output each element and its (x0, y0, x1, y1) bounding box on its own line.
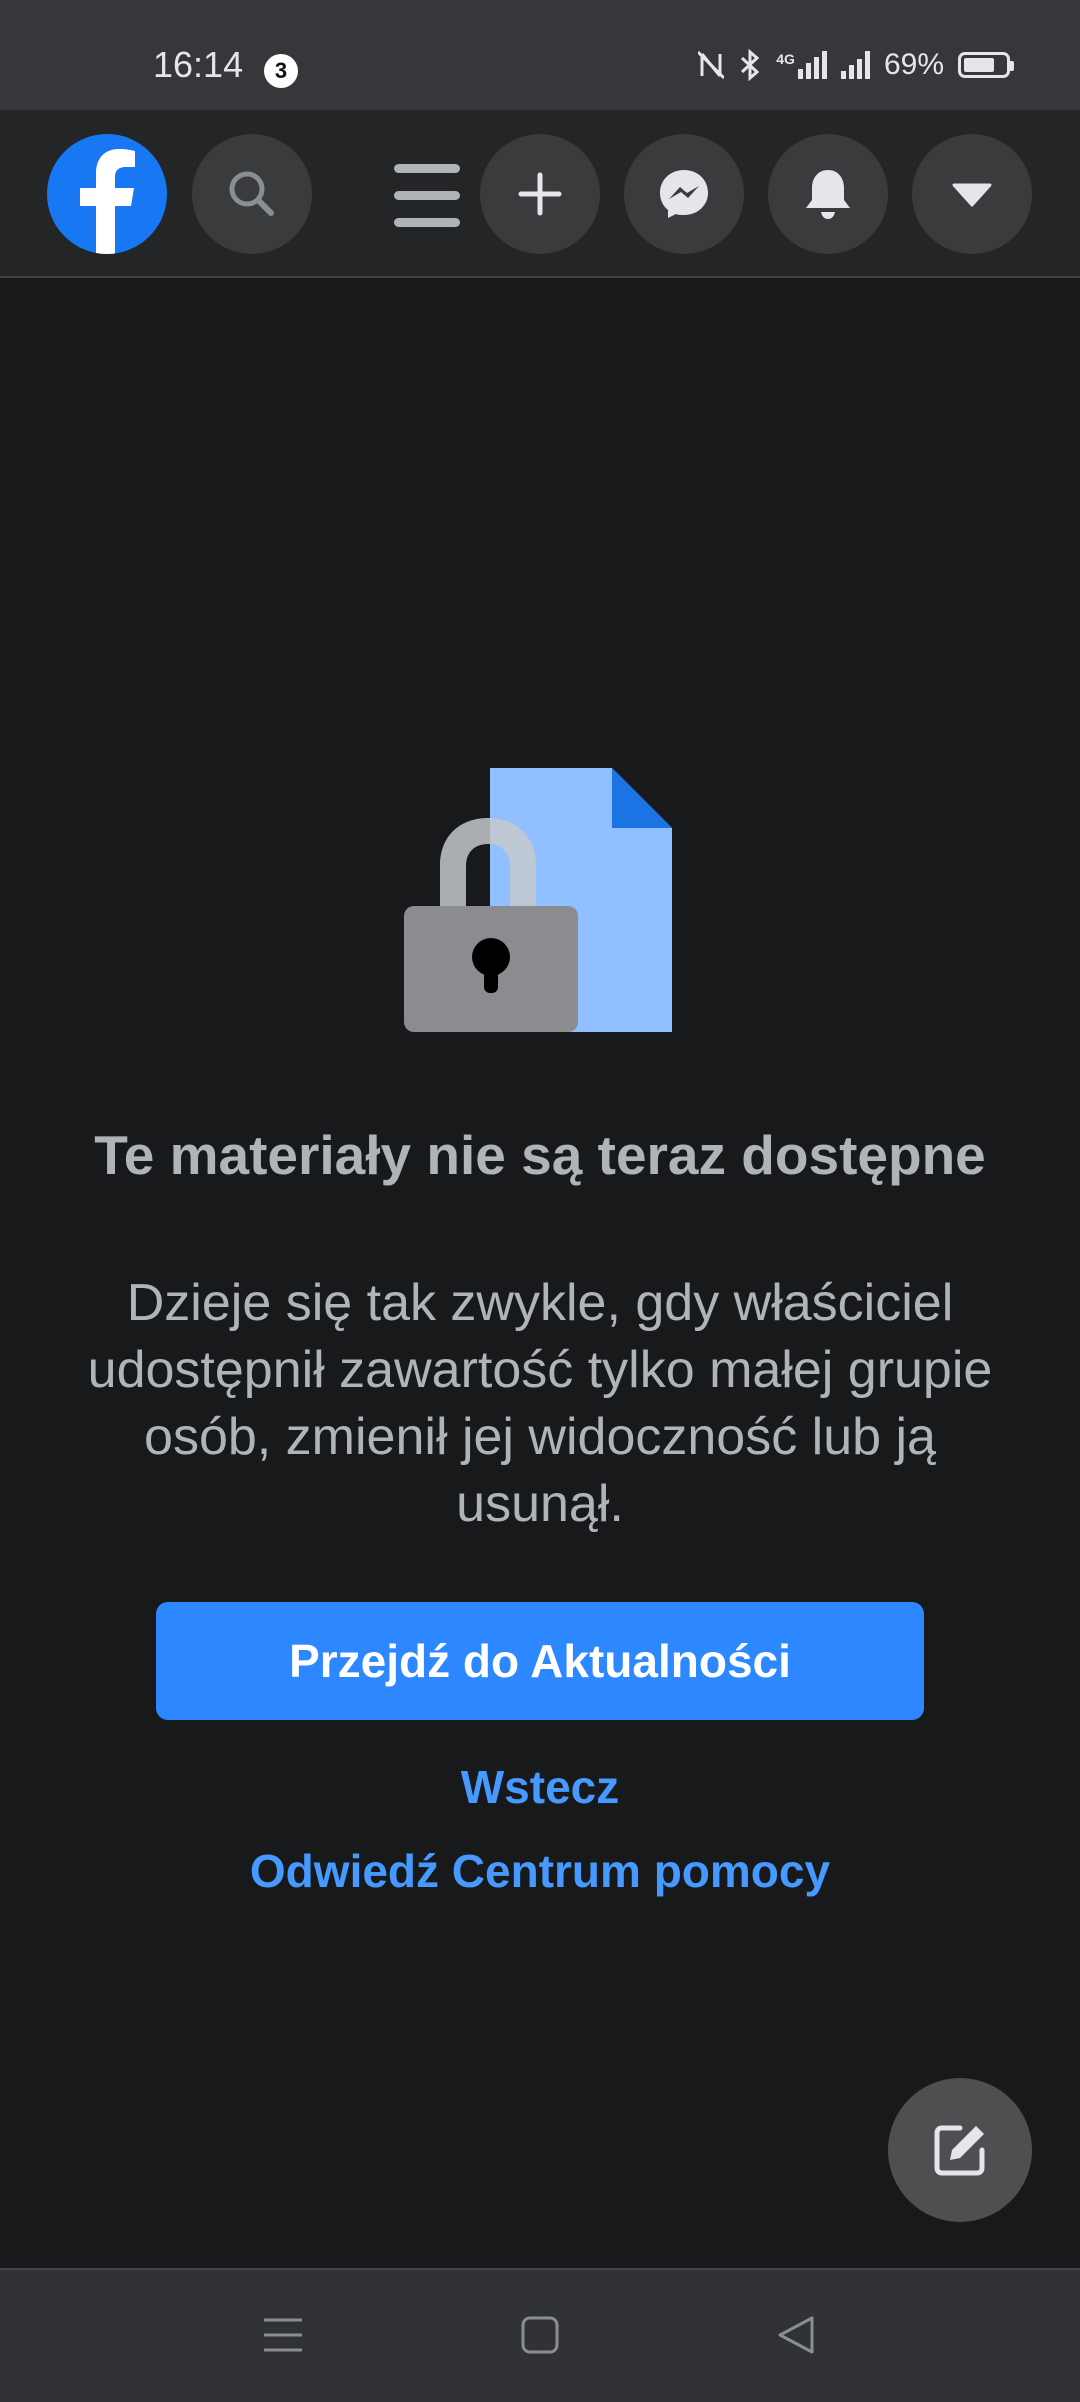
page-description: Dzieje się tak zwykle, gdy właściciel ud… (87, 1274, 993, 1533)
search-button[interactable] (192, 134, 312, 254)
locked-content-illustration (404, 768, 672, 1032)
status-time: 16:14 (153, 44, 244, 85)
help-center-link[interactable]: Odwiedź Centrum pomocy (0, 1844, 1080, 1898)
network-type: 4G (776, 51, 795, 67)
plus-icon (518, 172, 562, 216)
signal-4g-icon: 4G (776, 51, 827, 79)
status-icons: 4G 69% (698, 48, 1014, 82)
notification-count-badge: 3 (264, 54, 298, 88)
facebook-logo[interactable] (47, 134, 167, 254)
account-menu-button[interactable] (912, 134, 1032, 254)
go-to-news-feed-button[interactable]: Przejdź do Aktualności (156, 1602, 924, 1720)
compose-button[interactable] (888, 2078, 1032, 2222)
facebook-f-icon (80, 149, 135, 254)
bluetooth-icon (741, 49, 760, 81)
back-icon[interactable] (772, 2310, 822, 2360)
system-navigation-bar (0, 2268, 1080, 2402)
compose-icon (934, 2125, 985, 2176)
messenger-icon (660, 170, 708, 218)
status-bar: 16:14 3 4G 69% (0, 0, 1080, 110)
battery-icon (958, 52, 1014, 78)
page-title: Te materiały nie są teraz dostępne (94, 1124, 986, 1186)
notifications-button[interactable] (768, 134, 888, 254)
create-button[interactable] (480, 134, 600, 254)
back-link[interactable]: Wstecz (0, 1760, 1080, 1814)
battery-percent: 69% (883, 48, 944, 81)
nfc-icon (698, 50, 725, 80)
top-navigation-bar (0, 110, 1080, 278)
search-icon (229, 171, 274, 216)
recent-apps-icon[interactable] (258, 2310, 308, 2360)
menu-icon (394, 164, 460, 173)
caret-down-icon (952, 183, 992, 207)
signal-icon (840, 51, 870, 79)
bell-icon (806, 170, 850, 219)
messenger-button[interactable] (624, 134, 744, 254)
menu-button[interactable] (394, 164, 460, 228)
home-icon[interactable] (515, 2310, 565, 2360)
